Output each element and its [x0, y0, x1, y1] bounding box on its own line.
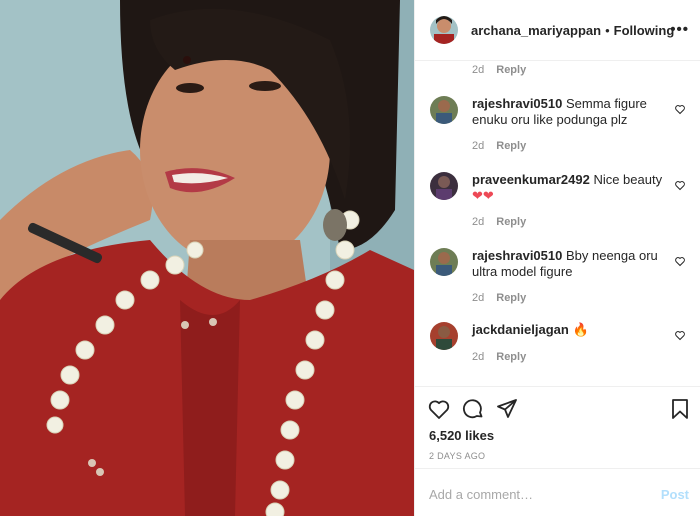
header-separator: • [605, 22, 610, 38]
comment-body: rajeshravi0510 Semma figure enuku oru li… [472, 96, 664, 128]
add-comment-bar: Add a comment… Post [415, 468, 700, 516]
comment-reply-button[interactable]: Reply [496, 140, 526, 152]
following-button[interactable]: Following [614, 23, 675, 38]
comment-meta: 2d Reply [472, 292, 526, 304]
comment-meta: 2d Reply [472, 351, 526, 363]
post-comment-button[interactable]: Post [661, 487, 689, 502]
author-username[interactable]: archana_mariyappan [471, 23, 601, 38]
comment-item: jackdanieljagan 🔥 2d Reply [430, 322, 686, 372]
comment-meta: 2d Reply [472, 140, 526, 152]
post-details-panel: archana_mariyappan • Following ••• 2d Re… [414, 0, 700, 516]
commenter-username[interactable]: praveenkumar2492 [472, 172, 590, 187]
commenter-username[interactable]: jackdanieljagan [472, 322, 569, 337]
comment-body: praveenkumar2492 Nice beauty ❤❤ [472, 172, 664, 204]
comments-list[interactable]: 2d Reply rajeshravi0510 Semma figure enu… [415, 62, 700, 386]
more-options-icon[interactable]: ••• [670, 22, 689, 37]
heart-icon[interactable] [427, 397, 451, 421]
author-avatar[interactable] [430, 16, 458, 44]
caption-time: 2d [472, 64, 485, 76]
comment-time: 2d [472, 140, 485, 152]
caption-reply-button[interactable]: Reply [496, 64, 526, 76]
bookmark-icon[interactable] [668, 397, 692, 421]
comment-icon[interactable] [461, 397, 485, 421]
comment-reply-button[interactable]: Reply [496, 351, 526, 363]
post-date[interactable]: 2 DAYS AGO [429, 451, 485, 461]
like-comment-icon[interactable] [674, 255, 686, 267]
share-icon[interactable] [495, 397, 519, 421]
comment-emoji: 🔥 [572, 322, 589, 337]
comment-time: 2d [472, 351, 485, 363]
commenter-username[interactable]: rajeshravi0510 [472, 248, 562, 263]
post-actions: 6,520 likes 2 DAYS AGO [415, 386, 700, 468]
comment-input[interactable]: Add a comment… [429, 487, 533, 502]
comment-emoji: ❤❤ [472, 188, 494, 203]
comment-reply-button[interactable]: Reply [496, 292, 526, 304]
comment-meta: 2d Reply [472, 216, 526, 228]
commenter-avatar[interactable] [430, 322, 458, 350]
comment-item: praveenkumar2492 Nice beauty ❤❤ 2d Reply [430, 172, 686, 232]
comment-item: rajeshravi0510 Semma figure enuku oru li… [430, 96, 686, 156]
like-comment-icon[interactable] [674, 179, 686, 191]
caption-meta: 2d Reply [472, 64, 526, 76]
comment-body: rajeshravi0510 Bby neenga oru ultra mode… [472, 248, 664, 280]
comment-text: Nice beauty [593, 172, 663, 187]
post-photo[interactable] [0, 0, 414, 516]
commenter-username[interactable]: rajeshravi0510 [472, 96, 562, 111]
comment-time: 2d [472, 216, 485, 228]
post-header: archana_mariyappan • Following ••• [415, 0, 700, 61]
commenter-avatar[interactable] [430, 172, 458, 200]
post-photo-image [0, 0, 414, 516]
like-comment-icon[interactable] [674, 103, 686, 115]
comment-item: rajeshravi0510 Bby neenga oru ultra mode… [430, 248, 686, 308]
commenter-avatar[interactable] [430, 248, 458, 276]
comment-body: jackdanieljagan 🔥 [472, 322, 664, 338]
comment-time: 2d [472, 292, 485, 304]
commenter-avatar[interactable] [430, 96, 458, 124]
comment-reply-button[interactable]: Reply [496, 216, 526, 228]
likes-count[interactable]: 6,520 likes [429, 428, 494, 443]
like-comment-icon[interactable] [674, 329, 686, 341]
